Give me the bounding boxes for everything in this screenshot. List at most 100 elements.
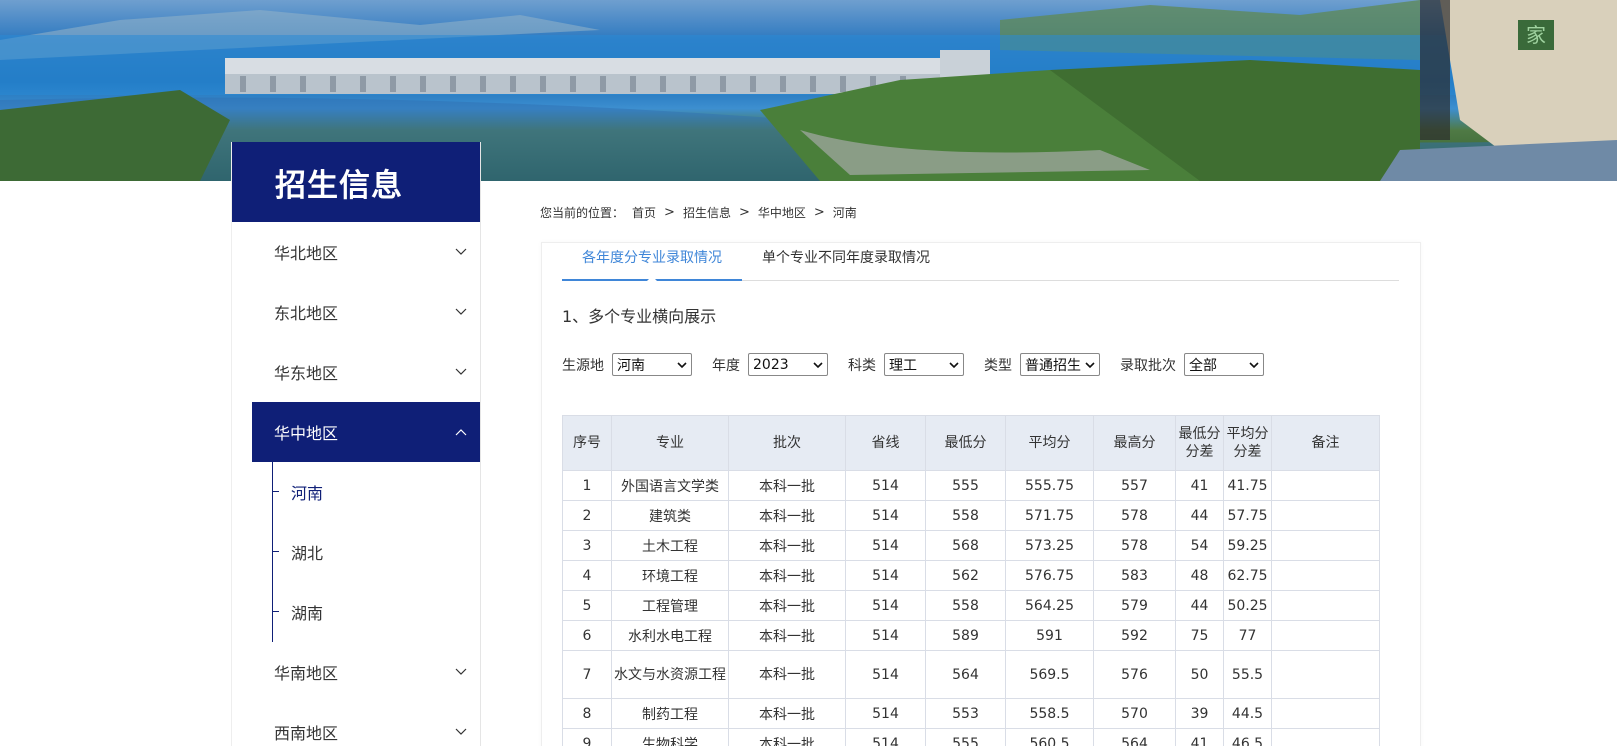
nav-item-xinan[interactable]: 西南地区 [252, 702, 480, 746]
nav-item-dongbei[interactable]: 东北地区 [252, 282, 480, 342]
nav-item-huadong[interactable]: 华东地区 [252, 342, 480, 402]
column-header: 序号 [562, 415, 612, 471]
type-select[interactable]: 普通招生 [1020, 353, 1100, 376]
sub-item-hunan[interactable]: 湖南 [273, 582, 480, 642]
table-cell: 77 [1223, 620, 1272, 651]
sidebar-title: 招生信息 [232, 142, 480, 222]
table-cell: 555.75 [1005, 470, 1094, 501]
table-row: 3 土木工程 本科一批 514 568 573.25 578 54 59.25 [562, 530, 1380, 561]
sidebar: 招生信息 华北地区 东北地区 华东地区 华中地区 河南 湖北 湖南 华南地区 西… [231, 142, 481, 746]
table-cell: 578 [1093, 530, 1176, 561]
table-cell: 6 [562, 620, 612, 651]
table-cell: 工程管理 [611, 590, 729, 621]
tab-single-major[interactable]: 单个专业不同年度录取情况 [742, 243, 950, 281]
table-cell: 514 [845, 698, 926, 729]
table-cell: 44.5 [1223, 698, 1272, 729]
content-panel: 各年度分专业录取情况 单个专业不同年度录取情况 1、多个专业横向展示 生源地 河… [541, 242, 1421, 746]
table-row: 5 工程管理 本科一批 514 558 564.25 579 44 50.25 [562, 590, 1380, 621]
table-cell: 土木工程 [611, 530, 729, 561]
column-header: 最高分 [1093, 415, 1176, 471]
breadcrumb-region[interactable]: 华中地区 [758, 204, 806, 221]
chevron-down-icon [454, 365, 468, 379]
table-cell: 583 [1093, 560, 1176, 591]
column-header: 专业 [611, 415, 729, 471]
table-cell: 75 [1175, 620, 1224, 651]
table-cell: 8 [562, 698, 612, 729]
table-cell: 514 [845, 530, 926, 561]
table-cell: 564.25 [1005, 590, 1094, 621]
year-select[interactable]: 2023 [748, 353, 828, 376]
tab-bar: 各年度分专业录取情况 单个专业不同年度录取情况 [562, 243, 1399, 281]
filter-batch: 录取批次 全部 [1120, 353, 1264, 376]
subject-select[interactable]: 理工 [884, 353, 964, 376]
table-cell: 576 [1093, 650, 1176, 699]
breadcrumb-separator: > [738, 205, 750, 220]
source-select[interactable]: 河南 [612, 353, 692, 376]
table-cell: 本科一批 [728, 560, 846, 591]
table-cell: 50.25 [1223, 590, 1272, 621]
chevron-down-icon [454, 725, 468, 739]
table-cell: 4 [562, 560, 612, 591]
sub-item-henan[interactable]: 河南 [273, 462, 480, 522]
column-header: 批次 [728, 415, 846, 471]
breadcrumb-home[interactable]: 首页 [632, 204, 656, 221]
table-cell: 514 [845, 500, 926, 531]
nav-item-huabei[interactable]: 华北地区 [252, 222, 480, 282]
table-cell [1271, 500, 1380, 531]
table-cell: 5 [562, 590, 612, 621]
table-cell: 本科一批 [728, 500, 846, 531]
filter-label: 类型 [984, 357, 1012, 374]
select-value: 2023 [753, 356, 789, 373]
table-cell: 558 [925, 500, 1006, 531]
table-cell: 41 [1175, 728, 1224, 746]
table-cell: 本科一批 [728, 530, 846, 561]
table-cell: 568 [925, 530, 1006, 561]
table-row: 6 水利水电工程 本科一批 514 589 591 592 75 77 [562, 620, 1380, 651]
filter-type: 类型 普通招生 [984, 353, 1100, 376]
chevron-down-icon [454, 665, 468, 679]
table-cell: 560.5 [1005, 728, 1094, 746]
nav-item-huazhong[interactable]: 华中地区 [252, 402, 480, 462]
table-cell: 建筑类 [611, 500, 729, 531]
table-cell: 48 [1175, 560, 1224, 591]
table-cell: 557 [1093, 470, 1176, 501]
chevron-down-icon [813, 361, 823, 368]
table-cell: 外国语言文学类 [611, 470, 729, 501]
column-header: 备注 [1271, 415, 1380, 471]
table-cell: 50 [1175, 650, 1224, 699]
table-cell: 569.5 [1005, 650, 1094, 699]
chevron-down-icon [1085, 361, 1095, 368]
filter-label: 录取批次 [1120, 357, 1176, 374]
table-cell: 2 [562, 500, 612, 531]
table-cell: 573.25 [1005, 530, 1094, 561]
table-cell: 570 [1093, 698, 1176, 729]
table-cell [1271, 698, 1380, 729]
batch-select[interactable]: 全部 [1184, 353, 1264, 376]
breadcrumb-admissions[interactable]: 招生信息 [683, 204, 731, 221]
breadcrumb-current[interactable]: 河南 [833, 204, 857, 221]
select-value: 河南 [617, 357, 645, 374]
table-cell: 553 [925, 698, 1006, 729]
table-cell: 本科一批 [728, 590, 846, 621]
nav-item-huanan[interactable]: 华南地区 [252, 642, 480, 702]
table-cell: 生物科学 [611, 728, 729, 746]
table-cell [1271, 470, 1380, 501]
table-cell: 环境工程 [611, 560, 729, 591]
filter-label: 科类 [848, 357, 876, 374]
chevron-down-icon [1249, 361, 1259, 368]
column-header: 省线 [845, 415, 926, 471]
table-cell: 55.5 [1223, 650, 1272, 699]
table-cell: 39 [1175, 698, 1224, 729]
table-cell: 591 [1005, 620, 1094, 651]
filter-label: 年度 [712, 357, 740, 374]
nav-item-label: 东北地区 [274, 304, 339, 323]
table-cell: 46.5 [1223, 728, 1272, 746]
sub-item-hubei[interactable]: 湖北 [273, 522, 480, 582]
chevron-down-icon [677, 361, 687, 368]
breadcrumb-separator: > [813, 205, 825, 220]
tab-by-year-major[interactable]: 各年度分专业录取情况 [562, 243, 742, 281]
table-cell: 514 [845, 620, 926, 651]
table-header: 序号 专业 批次 省线 最低分 平均分 最高分 最低分 分差 平均分 分差 备注 [562, 415, 1380, 471]
table-cell: 589 [925, 620, 1006, 651]
nav-item-label: 西南地区 [274, 724, 339, 743]
